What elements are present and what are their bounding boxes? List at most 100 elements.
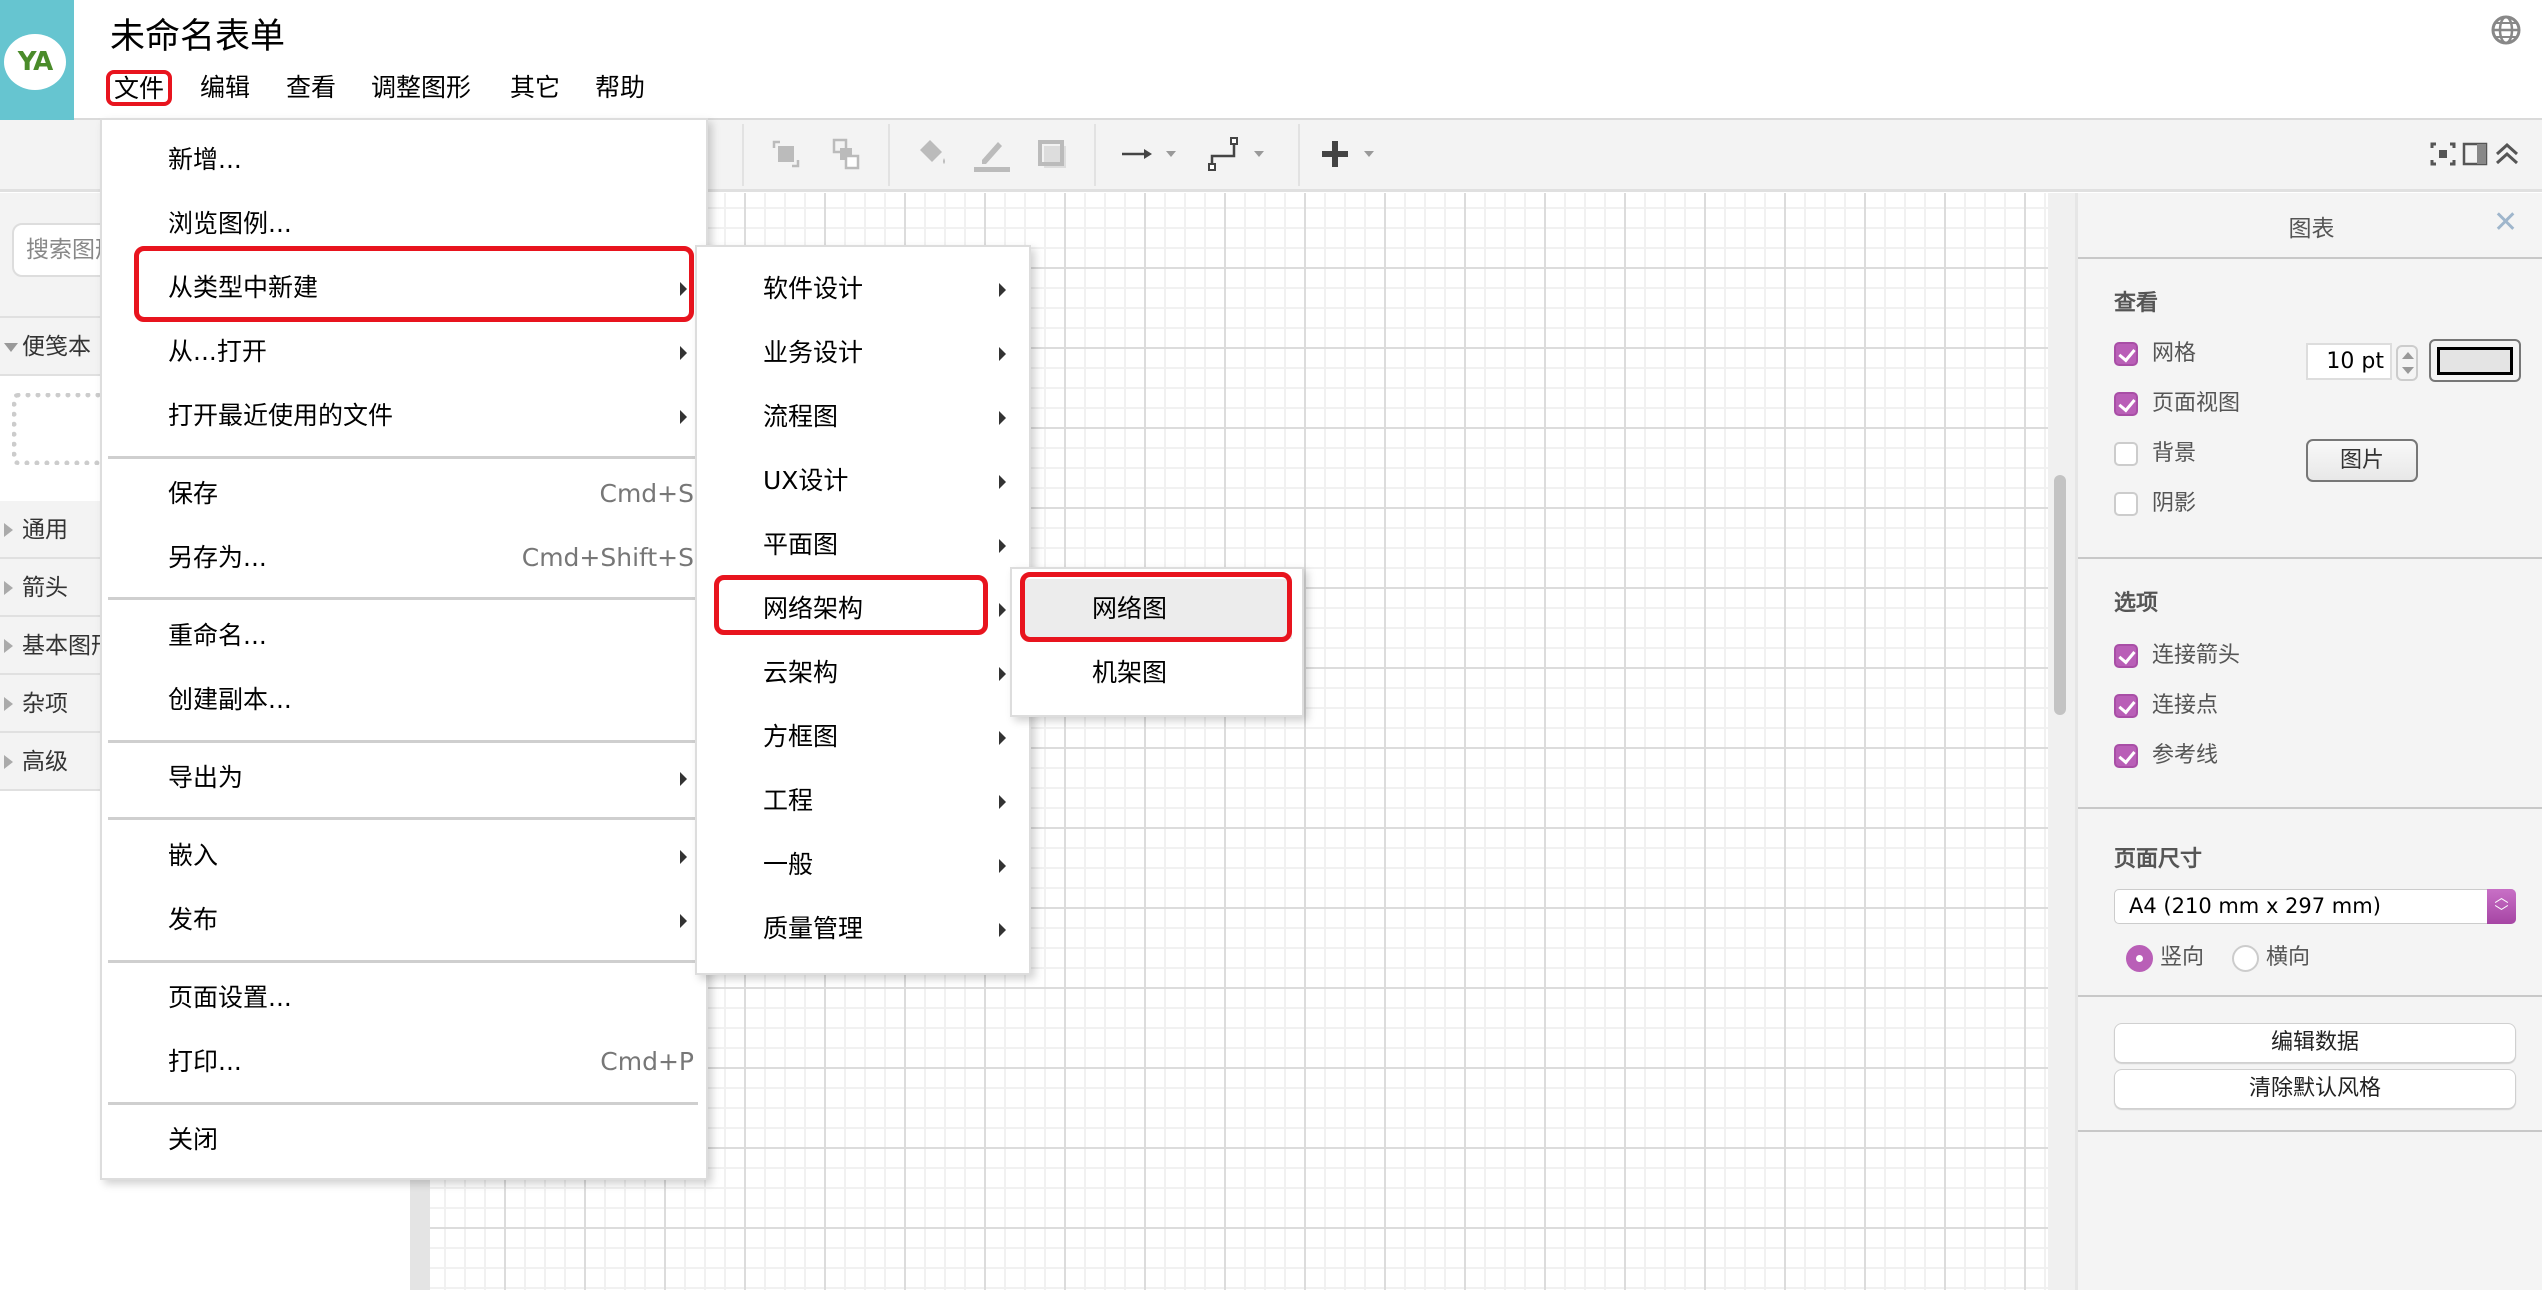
- avatar[interactable]: YA: [4, 34, 66, 90]
- shadow-checkbox[interactable]: [2114, 492, 2138, 516]
- menu-item-open-from[interactable]: 从...打开: [102, 322, 706, 382]
- menu-file[interactable]: 文件: [106, 70, 173, 106]
- grid-checkbox[interactable]: [2114, 342, 2138, 366]
- grid-size-stepper[interactable]: [2396, 345, 2418, 381]
- menu-item-label: 云架构: [763, 658, 839, 687]
- menu-item-rename[interactable]: 重命名...: [102, 606, 706, 666]
- menu-edit[interactable]: 编辑: [196, 70, 254, 106]
- to-back-icon[interactable]: [826, 134, 866, 174]
- submenu-item-network-architecture[interactable]: 网络架构: [697, 579, 1029, 639]
- globe-icon[interactable]: [2490, 14, 2522, 46]
- stepper-up-icon[interactable]: [2402, 352, 2414, 359]
- waypoints-icon[interactable]: [1206, 134, 1276, 174]
- grid-size-input[interactable]: 10 pt: [2306, 343, 2392, 380]
- submenu-item-floor-plan[interactable]: 平面图: [697, 515, 1029, 575]
- to-front-icon[interactable]: [766, 134, 806, 174]
- sidebar-section-label: 箭头: [22, 575, 68, 601]
- menu-item-export-as[interactable]: 导出为: [102, 748, 706, 808]
- submenu-item-flowchart[interactable]: 流程图: [697, 387, 1029, 447]
- page-view-checkbox[interactable]: [2114, 392, 2138, 416]
- menu-item-save[interactable]: 保存 Cmd+S: [102, 464, 706, 524]
- submenu-arrow-icon: [999, 283, 1006, 297]
- menu-view[interactable]: 查看: [282, 70, 340, 106]
- submenu-item-business-design[interactable]: 业务设计: [697, 323, 1029, 383]
- connection-arrows-checkbox[interactable]: [2114, 644, 2138, 668]
- submenu-arrow-icon: [999, 411, 1006, 425]
- stepper-down-icon[interactable]: [2402, 367, 2414, 374]
- menu-separator: [108, 740, 698, 743]
- submenu-item-rack-diagram[interactable]: 机架图: [1022, 643, 1292, 703]
- section-heading: 查看: [2114, 291, 2159, 316]
- menu-item-label: 打印...: [168, 1047, 242, 1076]
- menu-arrange[interactable]: 调整图形: [367, 70, 475, 106]
- guides-label: 参考线: [2152, 743, 2219, 768]
- submenu-item-quality-management[interactable]: 质量管理: [697, 899, 1029, 959]
- menu-item-close[interactable]: 关闭: [102, 1110, 706, 1170]
- background-checkbox[interactable]: [2114, 442, 2138, 466]
- background-image-button[interactable]: 图片: [2306, 439, 2418, 482]
- format-panel-toggle-icon[interactable]: [2460, 134, 2490, 174]
- submenu-arrow-icon: [680, 850, 687, 864]
- background-label: 背景: [2152, 441, 2197, 466]
- submenu-arrow-icon: [999, 539, 1006, 553]
- toolbar-separator: [888, 124, 890, 186]
- menu-item-save-as[interactable]: 另存为... Cmd+Shift+S: [102, 528, 706, 588]
- shadow-icon[interactable]: [1032, 134, 1072, 174]
- edit-data-button[interactable]: 编辑数据: [2114, 1023, 2516, 1063]
- fullscreen-icon[interactable]: [2428, 134, 2458, 174]
- menu-item-make-copy[interactable]: 创建副本...: [102, 670, 706, 730]
- guides-checkbox[interactable]: [2114, 744, 2138, 768]
- format-panel-header: 图表 ✕: [2078, 193, 2542, 259]
- menu-item-page-setup[interactable]: 页面设置...: [102, 968, 706, 1028]
- page-size-select[interactable]: A4 (210 mm x 297 mm) ︿ ﹀: [2114, 889, 2516, 924]
- menu-item-label: 流程图: [763, 402, 839, 431]
- menu-item-label: 机架图: [1092, 658, 1168, 687]
- menu-item-browse-examples[interactable]: 浏览图例...: [102, 194, 706, 254]
- menu-item-publish[interactable]: 发布: [102, 890, 706, 950]
- menu-item-new[interactable]: 新增...: [102, 130, 706, 190]
- submenu-item-ux-design[interactable]: UX设计: [697, 451, 1029, 511]
- menu-help[interactable]: 帮助: [591, 70, 649, 106]
- clear-default-style-button[interactable]: 清除默认风格: [2114, 1069, 2516, 1109]
- section-heading: 页面尺寸: [2114, 847, 2203, 872]
- submenu-arrow-icon: [680, 914, 687, 928]
- vertical-scrollbar-track[interactable]: [2048, 193, 2075, 1290]
- menu-item-embed[interactable]: 嵌入: [102, 826, 706, 886]
- menu-extras[interactable]: 其它: [506, 70, 564, 106]
- submenu-item-general[interactable]: 一般: [697, 835, 1029, 895]
- close-icon[interactable]: ✕: [2493, 205, 2518, 240]
- grid-color-button[interactable]: [2429, 339, 2521, 382]
- menu-item-label: 方框图: [763, 722, 839, 751]
- section-heading: 选项: [2114, 591, 2159, 616]
- line-color-icon[interactable]: [972, 134, 1012, 174]
- submenu-item-software-design[interactable]: 软件设计: [697, 259, 1029, 319]
- portrait-radio[interactable]: [2126, 945, 2153, 972]
- fill-color-icon[interactable]: [912, 134, 952, 174]
- menu-item-label: 软件设计: [763, 274, 864, 303]
- menu-item-new-from-type[interactable]: 从类型中新建: [102, 258, 706, 318]
- landscape-radio[interactable]: [2232, 945, 2259, 972]
- menu-item-shortcut: Cmd+P: [600, 1047, 694, 1076]
- submenu-arrow-icon: [999, 475, 1006, 489]
- menu-item-label: 业务设计: [763, 338, 864, 367]
- menu-item-label: 另存为...: [168, 543, 267, 572]
- vertical-scrollbar-thumb[interactable]: [2054, 475, 2066, 715]
- page-size-value: A4 (210 mm x 297 mm): [2129, 894, 2381, 918]
- connection-points-checkbox[interactable]: [2114, 694, 2138, 718]
- submenu-item-network-diagram[interactable]: 网络图: [1022, 579, 1292, 639]
- connection-arrow-icon[interactable]: [1118, 134, 1188, 174]
- menu-item-print[interactable]: 打印... Cmd+P: [102, 1032, 706, 1092]
- insert-plus-icon[interactable]: [1320, 134, 1390, 174]
- menu-item-open-recent[interactable]: 打开最近使用的文件: [102, 386, 706, 446]
- menu-item-label: 关闭: [168, 1125, 219, 1154]
- submenu-item-block-diagram[interactable]: 方框图: [697, 707, 1029, 767]
- menu-item-shortcut: Cmd+S: [599, 479, 695, 508]
- document-title[interactable]: 未命名表单: [110, 8, 285, 59]
- chevron-down-icon: [4, 343, 18, 352]
- menu-item-label: 从类型中新建: [168, 273, 319, 302]
- submenu-item-cloud-architecture[interactable]: 云架构: [697, 643, 1029, 703]
- menu-item-shortcut: Cmd+Shift+S: [521, 543, 694, 572]
- collapse-icon[interactable]: [2492, 134, 2522, 174]
- submenu-item-engineering[interactable]: 工程: [697, 771, 1029, 831]
- menu-item-label: 发布: [168, 905, 219, 934]
